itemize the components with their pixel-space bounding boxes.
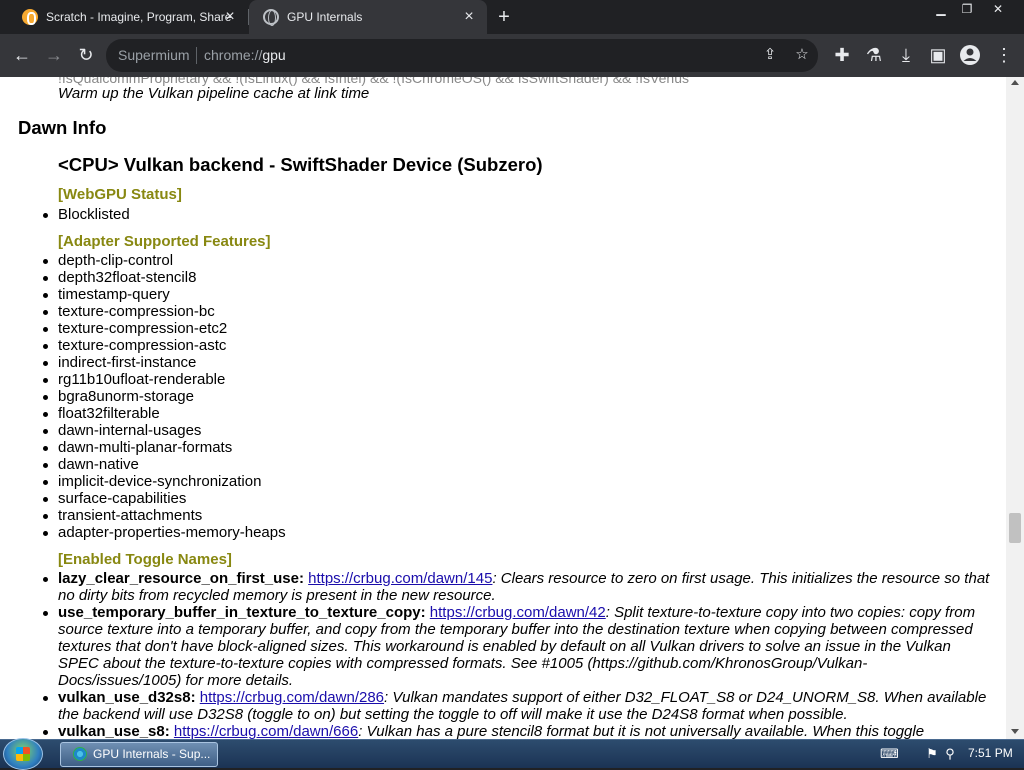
search-tray-icon[interactable]: ⚲ — [942, 746, 958, 762]
side-panel-icon[interactable]: ▣ — [924, 41, 952, 69]
feature-item: transient-attachments — [40, 507, 990, 524]
profile-icon[interactable] — [956, 41, 984, 69]
feature-item: depth32float-stencil8 — [40, 269, 990, 286]
feature-item: texture-compression-astc — [40, 337, 990, 354]
toggle-item: lazy_clear_resource_on_first_use: https:… — [40, 570, 990, 604]
toggles-list: lazy_clear_resource_on_first_use: https:… — [40, 570, 990, 739]
scroll-thumb[interactable] — [1009, 513, 1021, 543]
url-text[interactable]: chrome://gpu — [204, 47, 286, 63]
feature-item: timestamp-query — [40, 286, 990, 303]
puzzle-icon[interactable]: ✚ — [828, 41, 856, 69]
feature-item: dawn-multi-planar-formats — [40, 439, 990, 456]
workaround-description: Warm up the Vulkan pipeline cache at lin… — [58, 85, 370, 102]
taskbar-window-button[interactable]: GPU Internals - Sup... — [60, 742, 218, 767]
close-window-icon[interactable]: ✕ — [980, 0, 1016, 18]
forward-arrow-icon[interactable]: → — [40, 41, 68, 69]
feature-item: bgra8unorm-storage — [40, 388, 990, 405]
feature-item: depth-clip-control — [40, 252, 990, 269]
toggle-bug-link[interactable]: https://crbug.com/dawn/666 — [174, 723, 358, 739]
network-icon[interactable]: ⚑ — [924, 746, 940, 762]
toggle-name: vulkan_use_s8: — [58, 723, 170, 739]
feature-item: dawn-internal-usages — [40, 422, 990, 439]
globe-favicon-icon — [263, 9, 279, 26]
feature-item: texture-compression-bc — [40, 303, 990, 320]
toggle-name: use_temporary_buffer_in_texture_to_textu… — [58, 604, 426, 621]
new-tab-icon[interactable]: + — [490, 4, 518, 30]
feature-item: rg11b10ufloat-renderable — [40, 371, 990, 388]
toggle-name: vulkan_use_d32s8: — [58, 689, 196, 706]
taskbar-clock[interactable]: 7:51 PM — [968, 746, 1013, 760]
dawn-info-heading: Dawn Info — [18, 117, 107, 138]
close-tab-icon[interactable]: × — [222, 9, 238, 25]
page-scrollbar[interactable] — [1006, 77, 1024, 739]
toggle-bug-link[interactable]: https://crbug.com/dawn/42 — [430, 604, 606, 621]
feature-item: adapter-properties-memory-heaps — [40, 524, 990, 541]
url-host: gpu — [262, 47, 286, 63]
device-heading: <CPU> Vulkan backend - SwiftShader Devic… — [58, 154, 543, 175]
close-tab-icon[interactable]: × — [461, 9, 477, 25]
scratch-favicon-icon — [22, 9, 38, 25]
webgpu-status-list: Blocklisted — [40, 206, 990, 223]
toggle-item: use_temporary_buffer_in_texture_to_textu… — [40, 604, 990, 689]
toggle-item: vulkan_use_d32s8: https://crbug.com/dawn… — [40, 689, 990, 723]
feature-item: dawn-native — [40, 456, 990, 473]
download-icon[interactable]: ⤓ — [892, 41, 920, 69]
toggle-bug-link[interactable]: https://crbug.com/dawn/145 — [308, 570, 492, 587]
flask-icon[interactable]: ⚗ — [860, 41, 888, 69]
url-scheme: chrome:// — [204, 47, 263, 63]
taskbar-window-label: GPU Internals - Sup... — [93, 747, 211, 761]
gpu-internals-page: !IsQualcommProprietary && !(IsLinux() &&… — [0, 77, 1006, 739]
keyboard-icon[interactable]: ⌨ — [880, 746, 899, 762]
toggle-item: vulkan_use_s8: https://crbug.com/dawn/66… — [40, 723, 990, 739]
feature-item: float32filterable — [40, 405, 990, 422]
scroll-up-icon[interactable] — [1011, 80, 1019, 85]
back-arrow-icon[interactable]: ← — [8, 41, 36, 69]
browser-toolbar: ← → ↻ Supermium chrome://gpu ⇪ ☆ ✚ ⚗ ⤓ ▣… — [0, 34, 1024, 77]
tab-gpu-internals[interactable]: GPU Internals × — [249, 0, 487, 34]
toggle-name: lazy_clear_resource_on_first_use: — [58, 570, 304, 587]
tab-scratch[interactable]: Scratch - Imagine, Program, Share × — [8, 0, 248, 34]
list-item: Blocklisted — [40, 206, 990, 223]
toggles-label: [Enabled Toggle Names] — [58, 551, 232, 568]
toggle-bug-link[interactable]: https://crbug.com/dawn/286 — [200, 689, 384, 706]
features-label: [Adapter Supported Features] — [58, 233, 271, 250]
browser-app-icon — [73, 747, 87, 761]
start-button[interactable] — [3, 738, 43, 770]
site-label: Supermium — [118, 47, 190, 63]
share-icon[interactable]: ⇪ — [758, 43, 782, 67]
scroll-down-icon[interactable] — [1011, 729, 1019, 734]
features-list: depth-clip-control depth32float-stencil8 t… — [40, 252, 990, 541]
tab-strip: Scratch - Imagine, Program, Share × GPU … — [0, 0, 1024, 34]
feature-item: texture-compression-etc2 — [40, 320, 990, 337]
feature-item: surface-capabilities — [40, 490, 990, 507]
toggle-description: : Vulkan mandates support of either D32_… — [58, 689, 987, 723]
kebab-menu-icon[interactable]: ⋮ — [990, 41, 1018, 69]
omnibox-divider — [196, 47, 197, 64]
tab-title: Scratch - Imagine, Program, Share — [46, 10, 232, 24]
star-icon[interactable]: ☆ — [790, 43, 814, 67]
address-bar[interactable]: Supermium chrome://gpu ⇪ ☆ — [106, 39, 818, 72]
toggle-description: : Vulkan has a pure stencil8 format but … — [358, 723, 925, 739]
windows-logo-icon — [16, 747, 30, 761]
webgpu-status-label: [WebGPU Status] — [58, 186, 182, 203]
tab-title: GPU Internals — [287, 10, 363, 24]
windows-taskbar: GPU Internals - Sup... ⌨ ⚑ ⚲ 7:51 PM — [0, 738, 1024, 770]
feature-item: indirect-first-instance — [40, 354, 990, 371]
feature-item: implicit-device-synchronization — [40, 473, 990, 490]
restore-icon[interactable]: ❐ — [952, 0, 982, 18]
reload-icon[interactable]: ↻ — [72, 41, 100, 69]
